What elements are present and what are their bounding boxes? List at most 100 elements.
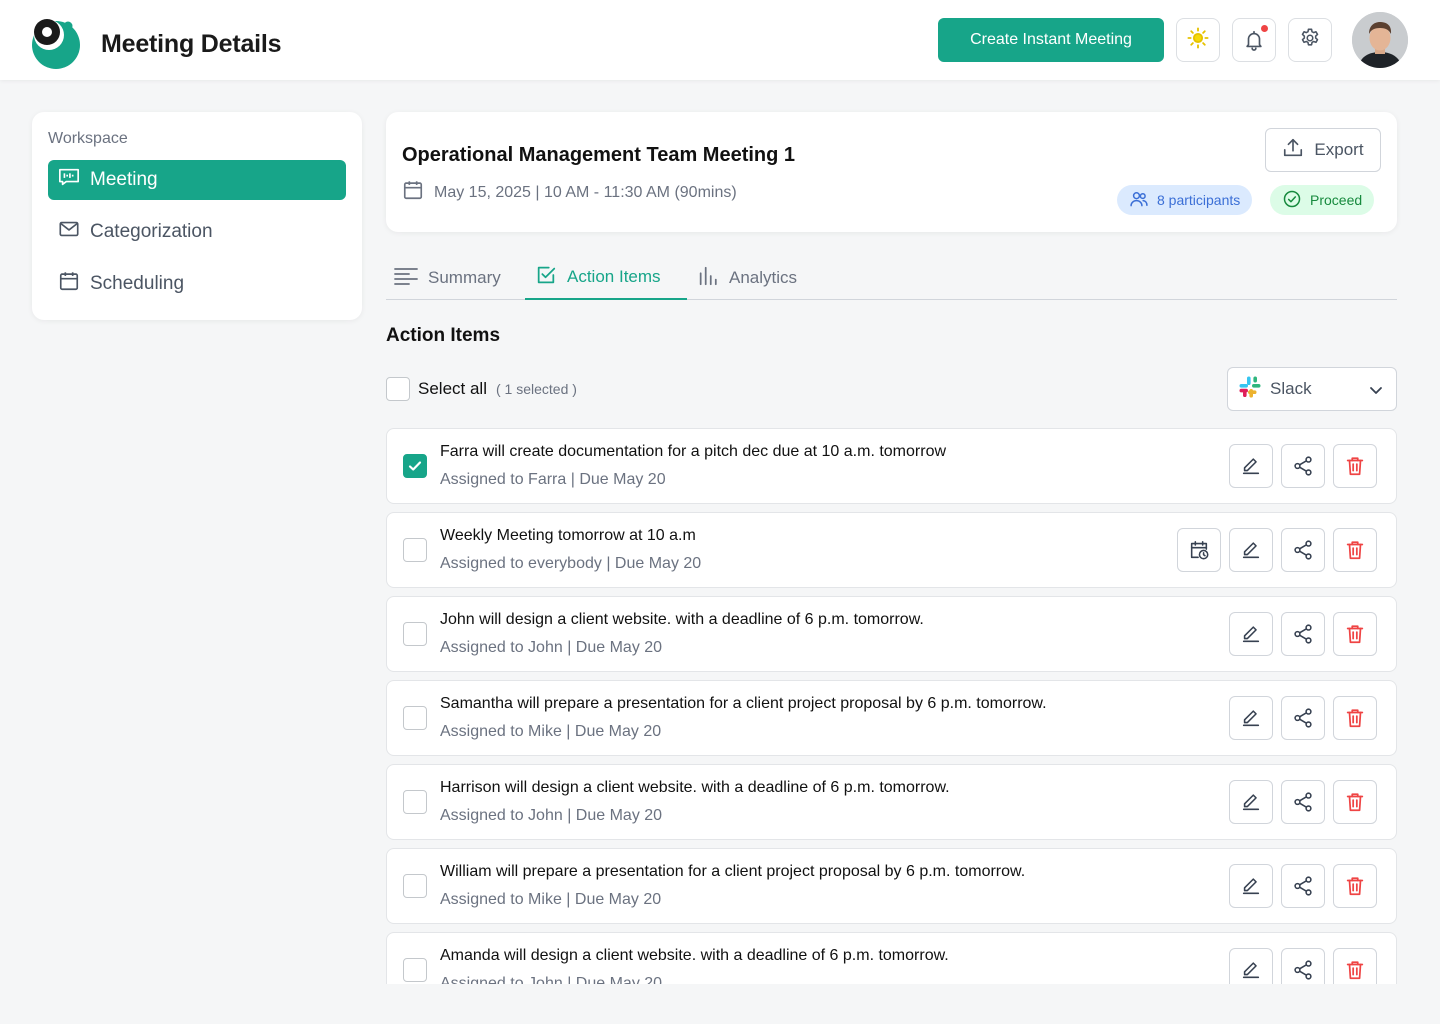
check-circle-icon bbox=[1282, 189, 1310, 212]
integration-value: Slack bbox=[1270, 379, 1312, 398]
delete-button[interactable] bbox=[1333, 780, 1377, 824]
tab-label: Action Items bbox=[567, 267, 661, 286]
share-button[interactable] bbox=[1281, 528, 1325, 572]
upload-icon bbox=[1282, 137, 1314, 164]
slack-icon bbox=[1238, 375, 1262, 404]
share-icon bbox=[1292, 791, 1314, 813]
action-item-row: John will design a client website. with … bbox=[386, 596, 1397, 672]
edit-button[interactable] bbox=[1229, 696, 1273, 740]
trash-icon bbox=[1344, 791, 1366, 813]
edit-button[interactable] bbox=[1229, 864, 1273, 908]
sidebar-item-scheduling[interactable]: Scheduling bbox=[48, 264, 346, 304]
select-all-label[interactable]: Select all bbox=[418, 379, 487, 399]
check-icon bbox=[407, 458, 423, 474]
sun-icon bbox=[1187, 26, 1209, 54]
sidebar-item-label: Scheduling bbox=[90, 273, 185, 294]
notifications-button[interactable] bbox=[1232, 18, 1276, 62]
action-item-meta: Assigned to John | Due May 20 bbox=[440, 639, 663, 656]
share-icon bbox=[1292, 623, 1314, 645]
share-button[interactable] bbox=[1281, 948, 1325, 984]
action-item-checkbox[interactable] bbox=[403, 874, 427, 898]
edit-button[interactable] bbox=[1229, 528, 1273, 572]
edit-button[interactable] bbox=[1229, 948, 1273, 984]
delete-button[interactable] bbox=[1333, 528, 1377, 572]
trash-icon bbox=[1344, 959, 1366, 981]
edit-button[interactable] bbox=[1229, 444, 1273, 488]
checkbox-icon bbox=[535, 264, 567, 291]
share-icon bbox=[1292, 707, 1314, 729]
schedule-button[interactable] bbox=[1177, 528, 1221, 572]
action-item-text: Harrison will design a client website. w… bbox=[440, 779, 950, 796]
participants-label: 8 participants bbox=[1157, 192, 1241, 208]
share-button[interactable] bbox=[1281, 780, 1325, 824]
share-button[interactable] bbox=[1281, 864, 1325, 908]
bar-chart-icon bbox=[697, 265, 729, 292]
edit-icon bbox=[1240, 875, 1262, 897]
sidebar-item-label: Meeting bbox=[90, 169, 158, 190]
user-avatar[interactable] bbox=[1352, 12, 1408, 68]
edit-icon bbox=[1240, 539, 1262, 561]
tab-action-items[interactable]: Action Items bbox=[525, 256, 687, 300]
action-items-list: Farra will create documentation for a pi… bbox=[386, 428, 1397, 984]
share-icon bbox=[1292, 455, 1314, 477]
edit-icon bbox=[1240, 707, 1262, 729]
select-all-checkbox[interactable] bbox=[386, 377, 410, 401]
edit-icon bbox=[1240, 791, 1262, 813]
theme-toggle-button[interactable] bbox=[1176, 18, 1220, 62]
integration-select[interactable]: Slack bbox=[1227, 367, 1397, 411]
meeting-info-card: Operational Management Team Meeting 1 Ma… bbox=[386, 112, 1397, 232]
action-item-text: William will prepare a presentation for … bbox=[440, 863, 1026, 880]
page-title: Meeting Details bbox=[101, 30, 282, 58]
action-item-text: Weekly Meeting tomorrow at 10 a.m bbox=[440, 527, 696, 544]
participants-badge[interactable]: 8 participants bbox=[1117, 185, 1253, 215]
tab-label: Summary bbox=[428, 268, 501, 287]
tab-label: Analytics bbox=[729, 268, 798, 287]
edit-button[interactable] bbox=[1229, 780, 1273, 824]
export-label: Export bbox=[1314, 140, 1364, 159]
action-item-text: Farra will create documentation for a pi… bbox=[440, 443, 947, 460]
trash-icon bbox=[1344, 623, 1366, 645]
tab-analytics[interactable]: Analytics bbox=[697, 256, 797, 300]
action-item-checkbox[interactable] bbox=[403, 454, 427, 478]
users-icon bbox=[1129, 189, 1157, 212]
trash-icon bbox=[1344, 455, 1366, 477]
action-item-row: Weekly Meeting tomorrow at 10 a.m Assigne… bbox=[386, 512, 1397, 588]
app-logo[interactable] bbox=[30, 18, 82, 70]
delete-button[interactable] bbox=[1333, 444, 1377, 488]
action-item-checkbox[interactable] bbox=[403, 538, 427, 562]
create-instant-meeting-button[interactable]: Create Instant Meeting bbox=[938, 18, 1164, 62]
trash-icon bbox=[1344, 707, 1366, 729]
action-item-meta: Assigned to Farra | Due May 20 bbox=[440, 471, 666, 488]
share-button[interactable] bbox=[1281, 696, 1325, 740]
delete-button[interactable] bbox=[1333, 864, 1377, 908]
tab-bar: Summary Action Items Analytics bbox=[386, 256, 1397, 300]
edit-button[interactable] bbox=[1229, 612, 1273, 656]
calendar-icon bbox=[58, 270, 90, 298]
delete-button[interactable] bbox=[1333, 948, 1377, 984]
settings-button[interactable] bbox=[1288, 18, 1332, 62]
action-item-checkbox[interactable] bbox=[403, 958, 427, 982]
share-icon bbox=[1292, 875, 1314, 897]
share-button[interactable] bbox=[1281, 444, 1325, 488]
action-item-row: Amanda will design a client website. wit… bbox=[386, 932, 1397, 984]
mail-icon bbox=[58, 218, 90, 246]
delete-button[interactable] bbox=[1333, 612, 1377, 656]
action-item-meta: Assigned to John | Due May 20 bbox=[440, 807, 663, 824]
action-item-meta: Assigned to everybody | Due May 20 bbox=[440, 555, 702, 572]
action-item-checkbox[interactable] bbox=[403, 790, 427, 814]
edit-icon bbox=[1240, 623, 1262, 645]
action-items-heading: Action Items bbox=[386, 325, 501, 346]
delete-button[interactable] bbox=[1333, 696, 1377, 740]
action-item-checkbox[interactable] bbox=[403, 706, 427, 730]
action-item-meta: Assigned to John | Due May 20 bbox=[440, 975, 663, 984]
sidebar-item-meeting[interactable]: Meeting bbox=[48, 160, 346, 200]
tab-summary[interactable]: Summary bbox=[394, 256, 501, 300]
export-button[interactable]: Export bbox=[1265, 128, 1381, 172]
trash-icon bbox=[1344, 875, 1366, 897]
notification-dot bbox=[1261, 25, 1268, 32]
sidebar: Workspace Meeting Categorization Schedul… bbox=[32, 112, 362, 320]
share-button[interactable] bbox=[1281, 612, 1325, 656]
action-item-checkbox[interactable] bbox=[403, 622, 427, 646]
meeting-icon bbox=[58, 166, 90, 194]
sidebar-item-categorization[interactable]: Categorization bbox=[48, 212, 346, 252]
